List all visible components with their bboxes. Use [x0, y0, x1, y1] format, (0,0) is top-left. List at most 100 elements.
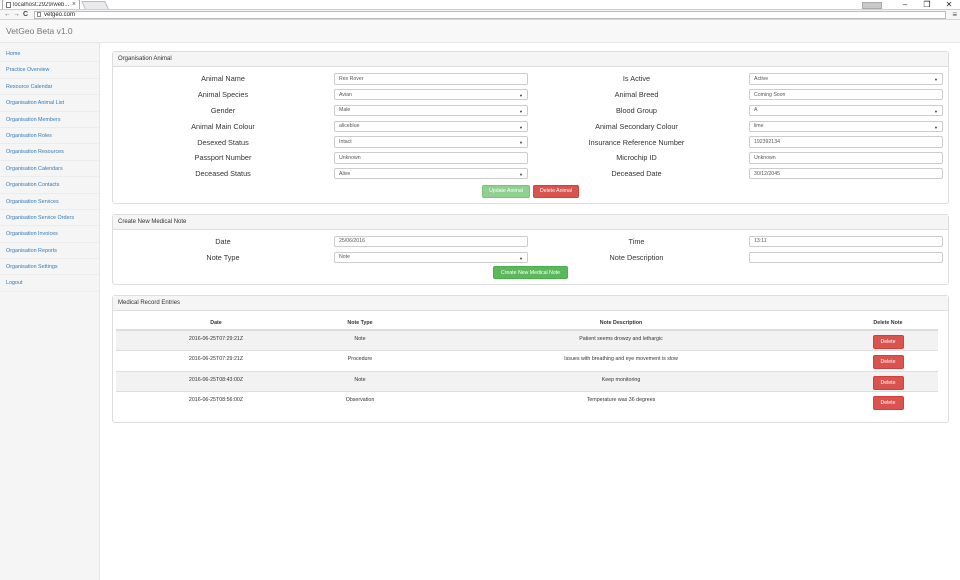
select-value: Avian — [339, 91, 352, 98]
new-tab-button[interactable] — [81, 1, 109, 9]
secondary-colour-label: Animal Secondary Colour — [595, 121, 678, 131]
microchip-label: Microchip ID — [616, 153, 657, 163]
select-value: Active — [754, 75, 769, 82]
desexed-label: Desexed Status — [197, 137, 249, 147]
tab-title: localhost:2929/web... — [13, 1, 70, 8]
blood-group-label: Blood Group — [616, 105, 657, 115]
caret-down-icon: ▼ — [519, 92, 523, 98]
animal-name-input[interactable]: Rex Rover — [334, 73, 528, 85]
microchip-input[interactable]: Unknown — [749, 152, 943, 164]
brand-title[interactable]: VetGeo Beta v1.0 — [6, 26, 73, 36]
url-text: vetgeo.com — [44, 11, 76, 18]
desexed-select[interactable]: Intact ▼ — [334, 136, 528, 148]
sidebar-item-resources[interactable]: Organisation Resources — [0, 144, 99, 161]
back-arrow-icon[interactable]: ← — [3, 11, 12, 18]
cell-date: 2016-06-25T08:56:00Z — [116, 391, 316, 413]
sidebar-item-reports[interactable]: Organisation Reports — [0, 243, 99, 260]
sidebar-item-service-orders[interactable]: Organisation Service Orders — [0, 210, 99, 227]
forward-arrow-icon[interactable]: → — [12, 11, 21, 18]
note-type-label: Note Type — [206, 252, 240, 262]
select-value: Male — [339, 107, 351, 114]
update-animal-button[interactable]: Update Animal — [482, 184, 530, 198]
column-header-delete-note: Delete Note — [838, 316, 938, 332]
browser-menu-icon[interactable]: ≡ — [952, 10, 957, 19]
species-select[interactable]: Avian ▼ — [334, 88, 528, 101]
sidebar-item-home[interactable]: Home — [0, 46, 99, 63]
secondary-colour-select[interactable]: lime ▼ — [749, 120, 943, 133]
page-icon — [6, 1, 11, 8]
insurance-input[interactable]: 192392134 — [749, 136, 943, 148]
select-value: Intact — [339, 139, 352, 146]
sidebar-item-roles[interactable]: Organisation Roles — [0, 128, 99, 145]
close-icon[interactable]: ✕ — [938, 0, 960, 10]
reload-icon[interactable]: C — [21, 11, 30, 18]
page-icon — [37, 12, 41, 17]
delete-note-button[interactable]: Delete — [872, 375, 904, 390]
delete-animal-button[interactable]: Delete Animal — [533, 184, 579, 198]
browser-toolbar: ← → C vetgeo.com ≡ — [0, 10, 960, 20]
sidebar-item-members[interactable]: Organisation Members — [0, 112, 99, 128]
sidebar-item-practice-overview[interactable]: Practice Overview — [0, 62, 99, 79]
table-row: 2016-06-25T08:43:00Z Note Keep monitorin… — [116, 370, 938, 392]
panel-heading: Create New Medical Note — [113, 214, 948, 230]
blood-group-select[interactable]: A ▼ — [749, 104, 943, 117]
note-time-input[interactable]: 13:11 — [749, 235, 943, 248]
select-value: A — [754, 107, 758, 114]
delete-note-button[interactable]: Delete — [872, 335, 904, 350]
breed-input[interactable]: Coming Soon — [749, 88, 943, 101]
sidebar-item-invoices[interactable]: Organisation Invoices — [0, 226, 99, 243]
select-value: lime — [754, 123, 764, 130]
main-content: Organisation Animal Animal Name Rex Rove… — [100, 43, 960, 580]
gender-label: Gender — [210, 105, 236, 115]
gender-select[interactable]: Male ▼ — [334, 104, 528, 117]
sidebar-item-settings[interactable]: Organisation Settings — [0, 259, 99, 276]
sidebar-item-animal-list[interactable]: Organisation Animal List — [0, 95, 99, 112]
profile-icon[interactable] — [862, 1, 882, 9]
panel-heading: Medical Record Entries — [113, 296, 948, 312]
window-controls: – ❐ ✕ — [862, 0, 960, 10]
caret-down-icon: ▼ — [519, 124, 523, 130]
cell-note-description: Patient seems drowzy and lethargic — [404, 329, 838, 351]
is-active-select[interactable]: Active ▼ — [749, 73, 943, 85]
cell-date: 2016-06-25T08:43:00Z — [116, 370, 316, 392]
medical-records-panel: Medical Record Entries Date Note Type No… — [112, 295, 949, 424]
deceased-status-select[interactable]: Alive ▼ — [334, 167, 528, 180]
note-date-input[interactable]: 25/06/2016 — [334, 235, 528, 248]
select-value: Alive — [339, 170, 351, 177]
records-table: Date Note Type Note Description Delete N… — [116, 316, 938, 413]
deceased-date-input[interactable]: 30/12/2045 — [749, 167, 943, 180]
sidebar-item-logout[interactable]: Logout — [0, 275, 99, 292]
table-row: 2016-06-25T07:29:21Z Procedure Issues wi… — [116, 350, 938, 372]
deceased-status-label: Deceased Status — [195, 169, 251, 179]
note-description-label: Note Description — [609, 252, 664, 262]
sidebar-item-contacts[interactable]: Organisation Contacts — [0, 177, 99, 194]
main-colour-select[interactable]: aliceblue ▼ — [334, 120, 528, 133]
note-description-input[interactable] — [749, 251, 943, 264]
caret-down-icon: ▼ — [934, 108, 938, 114]
animal-panel: Organisation Animal Animal Name Rex Rove… — [112, 51, 949, 204]
minimize-icon[interactable]: – — [894, 0, 916, 10]
animal-name-label: Animal Name — [201, 74, 245, 84]
table-row: 2016-06-25T07:29:21Z Note Patient seems … — [116, 329, 938, 351]
tab-close-icon[interactable]: × — [72, 1, 76, 8]
column-header-note-description: Note Description — [404, 316, 838, 332]
cell-note-type: Note — [316, 329, 404, 351]
passport-input[interactable]: Unknown — [334, 152, 528, 164]
browser-tab[interactable]: localhost:2929/web... × — [2, 0, 80, 9]
main-colour-label: Animal Main Colour — [191, 121, 255, 131]
delete-note-button[interactable]: Delete — [872, 355, 904, 370]
note-type-select[interactable]: Note ▼ — [334, 251, 528, 264]
column-header-note-type: Note Type — [316, 316, 404, 332]
app-navbar: VetGeo Beta v1.0 — [0, 20, 960, 43]
medical-note-panel: Create New Medical Note Date 25/06/2016 … — [112, 213, 949, 286]
sidebar-item-resource-calendar[interactable]: Resource Calendar — [0, 79, 99, 96]
delete-note-button[interactable]: Delete — [872, 396, 904, 411]
sidebar-item-services[interactable]: Organisation Services — [0, 194, 99, 210]
maximize-icon[interactable]: ❐ — [916, 0, 938, 10]
caret-down-icon: ▼ — [519, 108, 523, 114]
sidebar-item-calendars[interactable]: Organisation Calendars — [0, 161, 99, 178]
create-medical-note-button[interactable]: Create New Medical Note — [493, 266, 568, 280]
address-bar[interactable]: vetgeo.com — [34, 10, 947, 19]
note-time-label: Time — [628, 236, 645, 246]
passport-label: Passport Number — [194, 153, 252, 163]
